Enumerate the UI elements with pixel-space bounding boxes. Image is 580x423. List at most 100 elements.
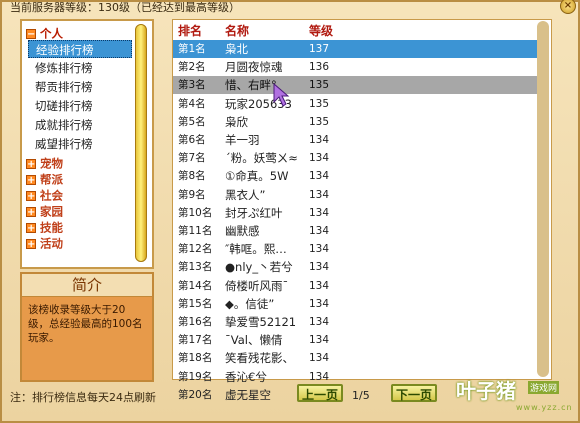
- table-row[interactable]: 第2名 月圆夜惊魂 136: [173, 58, 549, 76]
- category-label: 活动: [40, 236, 63, 251]
- prev-page-button[interactable]: 上一页: [297, 384, 343, 402]
- header-level: 等级: [309, 24, 334, 38]
- next-page-button[interactable]: 下一页: [391, 384, 437, 402]
- name-cell: ●nly_丶若兮: [225, 260, 293, 275]
- sub-item-achievement-ranking[interactable]: 成就排行榜: [28, 116, 132, 134]
- table-row[interactable]: 第7名 ˊ粉。妖莺ㄨ≈ 134: [173, 149, 549, 167]
- table-row[interactable]: 第5名 枭欣 135: [173, 113, 549, 131]
- table-row[interactable]: 第10名 封牙ぷ红叶 134: [173, 204, 549, 222]
- rank-cell: 第1名: [178, 43, 206, 55]
- table-row[interactable]: 第9名 黑衣人” 134: [173, 186, 549, 204]
- level-cell: 136: [309, 61, 330, 74]
- page-indicator: 1/5: [352, 389, 370, 402]
- name-cell: 羊一羽: [225, 133, 260, 147]
- category-personal[interactable]: − 个人: [26, 25, 63, 41]
- name-cell: 黑衣人”: [225, 187, 266, 202]
- rank-cell: 第5名: [178, 115, 206, 128]
- category-panel: − 个人 经验排行榜 修炼排行榜 帮贡排行榜 切磋排行榜 成就排行榜 威望排行榜 …: [20, 19, 154, 269]
- category-label: 技能: [40, 220, 63, 235]
- expand-icon[interactable]: +: [26, 190, 36, 201]
- name-cell: 挚爱雪52121: [225, 315, 297, 329]
- mouse-cursor-icon: [273, 82, 290, 107]
- table-row[interactable]: 第17名 ˉVal、懒倩 134: [173, 331, 549, 349]
- table-row[interactable]: 第6名 羊一羽 134: [173, 131, 549, 149]
- name-cell: 笑看残花影、: [225, 351, 294, 366]
- name-cell: 倚楼听风雨ˉ: [225, 278, 289, 293]
- sub-item-duel-ranking[interactable]: 切磋排行榜: [28, 97, 132, 115]
- collapse-icon[interactable]: −: [26, 28, 36, 39]
- table-row[interactable]: 第16名 挚爱雪52121 134: [173, 313, 549, 331]
- rank-cell: 第14名: [178, 279, 213, 292]
- name-cell: ″韩哐。熙…: [225, 242, 287, 257]
- rank-cell: 第13名: [178, 261, 213, 274]
- category-guild[interactable]: + 帮派: [26, 171, 63, 187]
- rank-cell: 第8名: [178, 170, 206, 183]
- rank-cell: 第19名: [178, 370, 213, 383]
- table-row[interactable]: 第4名 玩家205633 135: [173, 95, 549, 113]
- category-label: 宠物: [40, 156, 63, 171]
- table-header: 排名 名称 等级: [173, 20, 551, 40]
- table-row[interactable]: 第12名 ″韩哐。熙… 134: [173, 240, 549, 258]
- name-cell: 香沁€兮: [225, 369, 267, 384]
- sub-item-exp-ranking[interactable]: 经验排行榜: [28, 40, 132, 58]
- table-scrollbar[interactable]: [537, 21, 549, 377]
- category-pet[interactable]: + 宠物: [26, 155, 63, 171]
- table-row[interactable]: 第11名 幽默感 134: [173, 222, 549, 240]
- rank-cell: 第6名: [178, 134, 206, 146]
- rank-cell: 第9名: [178, 188, 206, 201]
- level-cell: 134: [309, 352, 330, 365]
- level-cell: 134: [309, 206, 330, 219]
- sub-item-cultivation-ranking[interactable]: 修炼排行榜: [28, 59, 132, 77]
- intro-panel: 简介 该榜收录等级大于20级，总经验最高的100名玩家。: [20, 272, 154, 382]
- expand-icon[interactable]: +: [26, 238, 36, 249]
- watermark-sub: 游戏网: [528, 381, 560, 394]
- level-cell: 134: [309, 261, 330, 274]
- name-cell: 幽默感: [225, 224, 260, 238]
- table-row[interactable]: 第15名 ◆。信徒” 134: [173, 295, 549, 313]
- ranking-table: 排名 名称 等级 第1名 枭北 137 第2名 月圆夜惊魂 136 第3名 惜、右畔° 135 第…: [172, 19, 552, 402]
- level-cell: 134: [309, 279, 330, 292]
- category-skill[interactable]: + 技能: [26, 219, 63, 235]
- header-rank: 排名: [178, 24, 203, 38]
- category-event[interactable]: + 活动: [26, 235, 63, 251]
- rank-cell: 第15名: [178, 297, 213, 310]
- rank-cell: 第10名: [178, 206, 213, 219]
- category-label: 个人: [40, 26, 63, 41]
- expand-icon[interactable]: +: [26, 222, 36, 233]
- table-row[interactable]: 第8名 ①命真。5W 134: [173, 167, 549, 185]
- name-cell: 虚无星空: [225, 387, 271, 402]
- name-cell: ◆。信徒”: [225, 296, 275, 311]
- level-cell: 134: [309, 334, 330, 347]
- name-cell: 月圆夜惊魂: [225, 60, 283, 75]
- name-cell: ˊ粉。妖莺ㄨ≈: [225, 151, 298, 166]
- level-cell: 135: [309, 115, 330, 128]
- expand-icon[interactable]: +: [26, 174, 36, 185]
- level-cell: 135: [309, 79, 330, 92]
- category-social[interactable]: + 社会: [26, 187, 63, 203]
- rank-cell: 第17名: [178, 334, 213, 347]
- category-home[interactable]: + 家园: [26, 203, 63, 219]
- level-cell: 134: [309, 134, 330, 146]
- expand-icon[interactable]: +: [26, 158, 36, 169]
- name-cell: 枭欣: [225, 114, 248, 129]
- table-row[interactable]: 第13名 ●nly_丶若兮 134: [173, 258, 549, 276]
- rank-cell: 第11名: [178, 225, 213, 237]
- sub-item-prestige-ranking[interactable]: 威望排行榜: [28, 135, 132, 153]
- category-label: 社会: [40, 188, 63, 203]
- table-row[interactable]: 第1名 枭北 137: [173, 40, 549, 58]
- rank-cell: 第12名: [178, 243, 213, 256]
- sub-item-contribution-ranking[interactable]: 帮贡排行榜: [28, 78, 132, 96]
- category-scrollbar[interactable]: [135, 24, 147, 262]
- expand-icon[interactable]: +: [26, 206, 36, 217]
- rank-cell: 第20名: [178, 388, 213, 401]
- level-cell: 134: [309, 152, 330, 165]
- category-label: 帮派: [40, 172, 63, 187]
- name-cell: ①命真。5W: [225, 169, 289, 184]
- table-row[interactable]: 第14名 倚楼听风雨ˉ 134: [173, 277, 549, 295]
- scroll-thumb[interactable]: [135, 24, 147, 262]
- table-row[interactable]: 第18名 笑看残花影、 134: [173, 349, 549, 367]
- level-cell: 134: [309, 370, 330, 383]
- name-cell: ˉVal、懒倩: [225, 333, 283, 348]
- level-cell: 135: [309, 97, 330, 110]
- table-row[interactable]: 第3名 惜、右畔° 135: [173, 76, 549, 95]
